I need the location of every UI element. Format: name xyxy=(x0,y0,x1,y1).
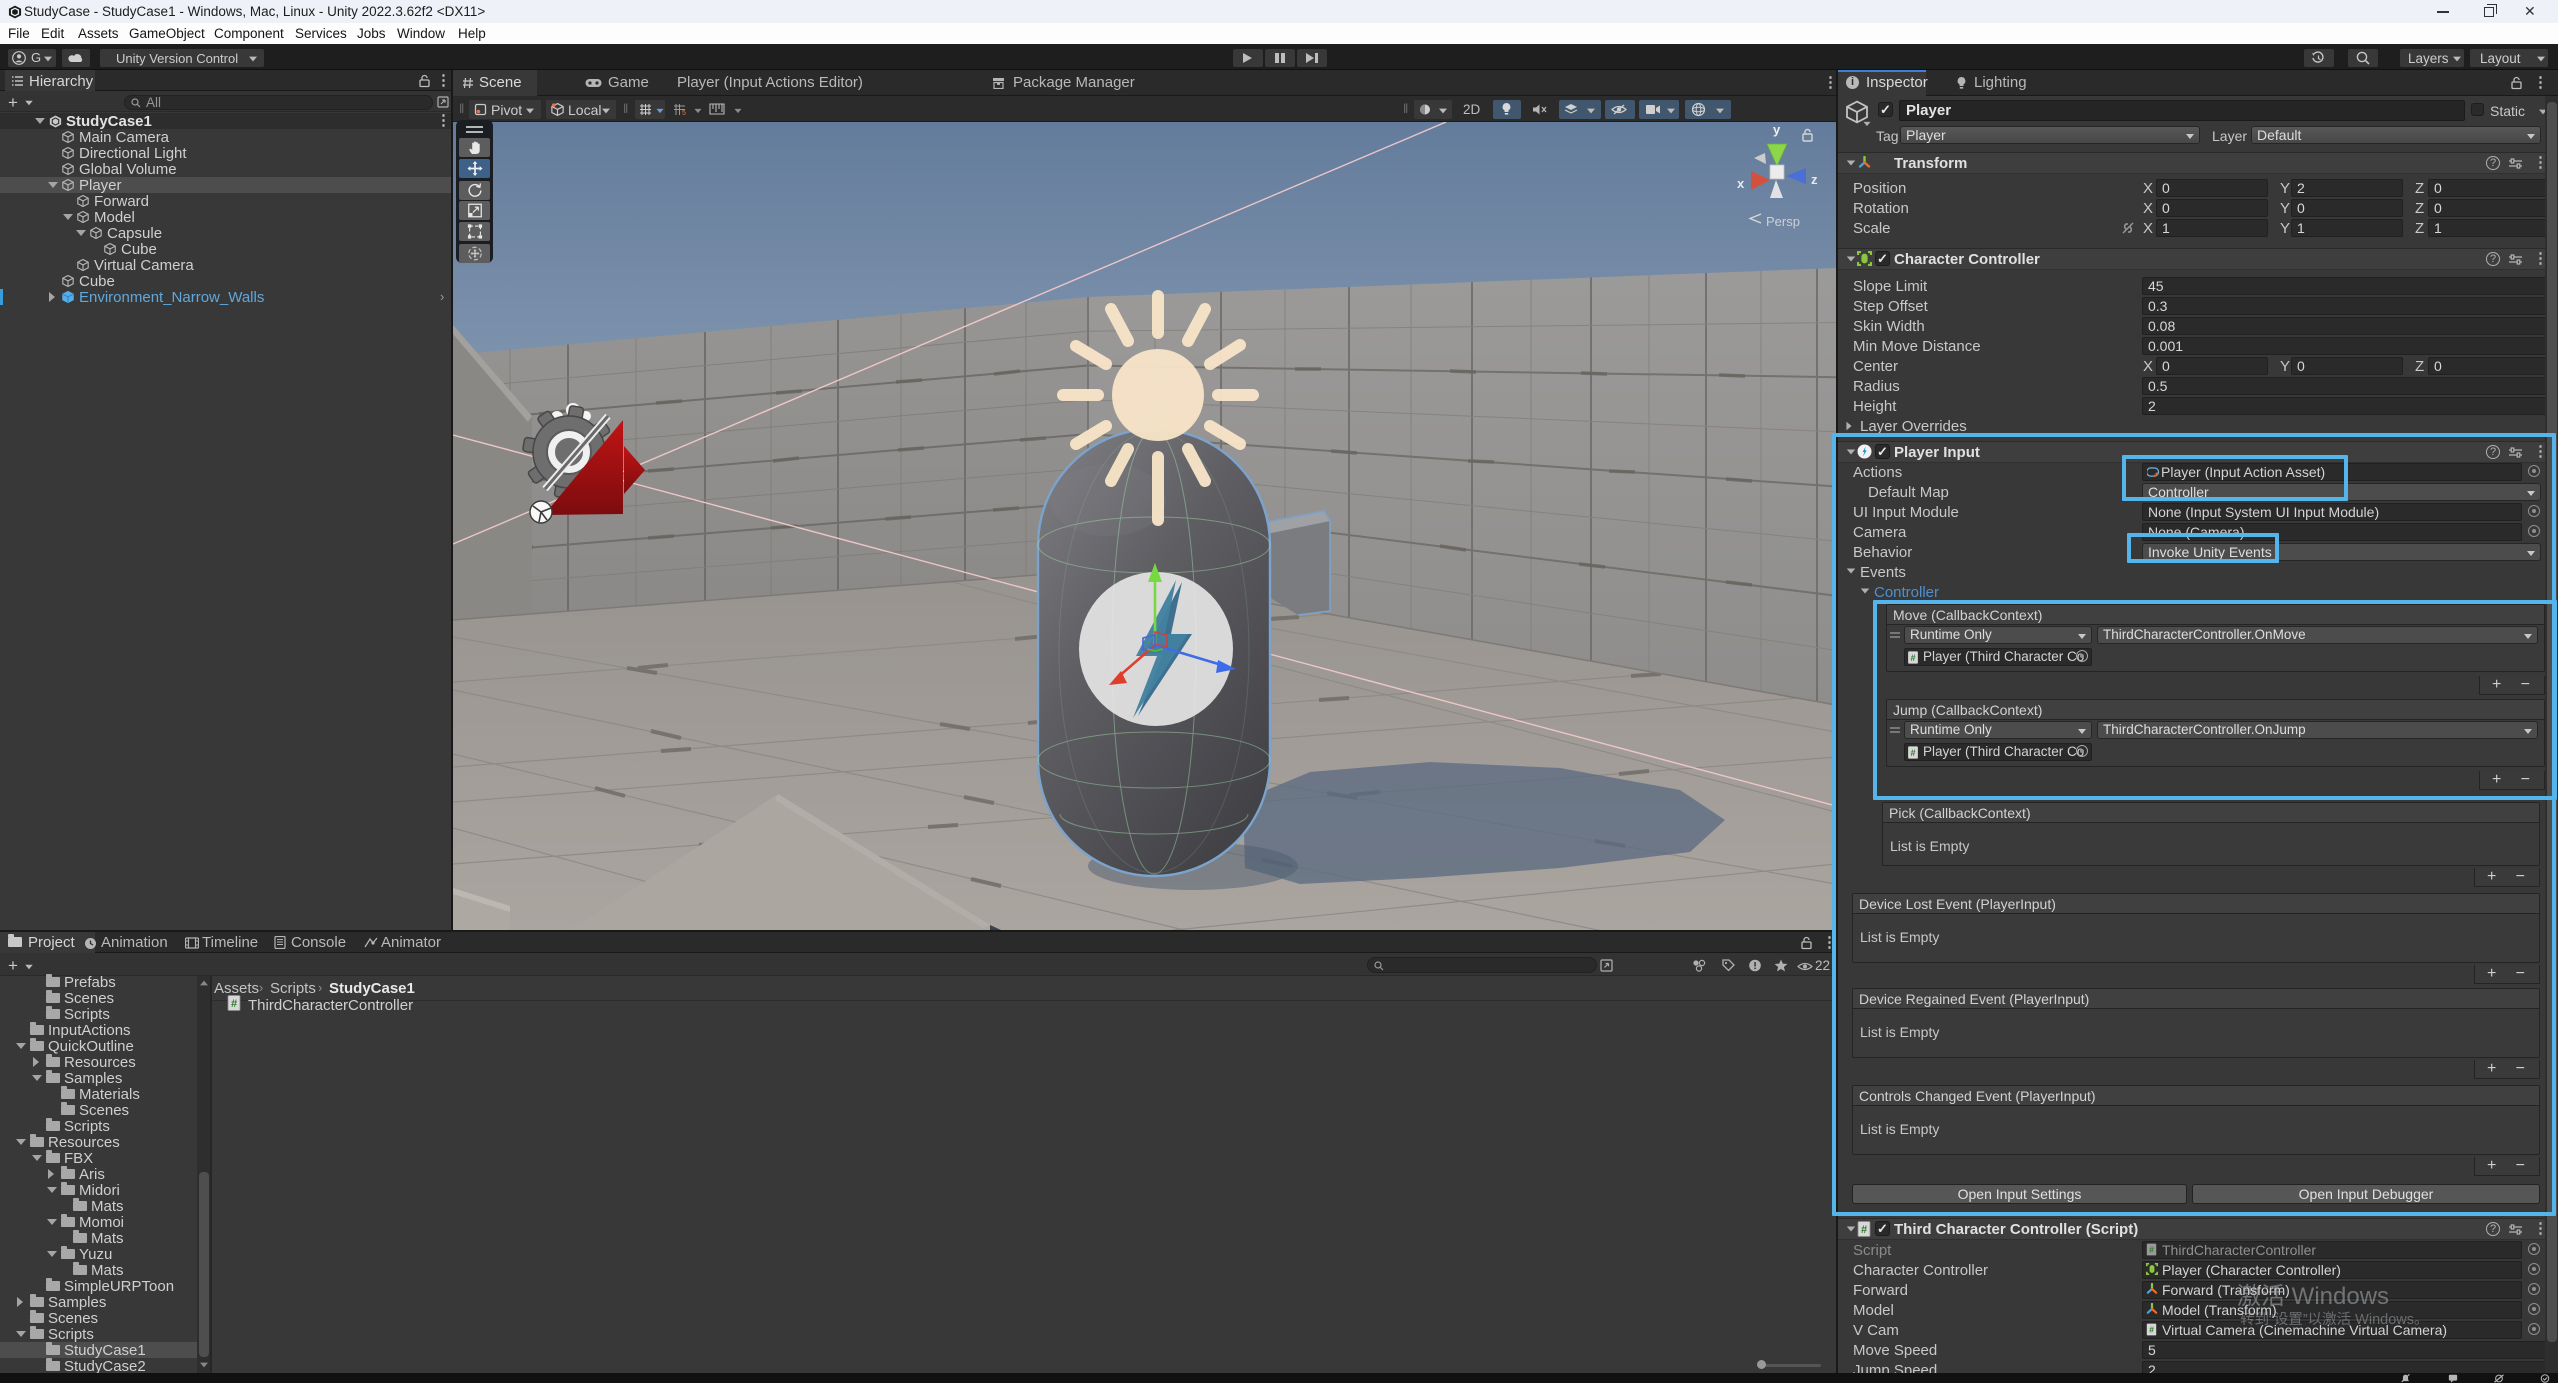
svg-text:y: y xyxy=(1773,122,1781,137)
svg-text:5: 5 xyxy=(682,110,686,116)
svg-text:Persp: Persp xyxy=(1766,214,1800,229)
svg-text:#: # xyxy=(1911,748,1916,758)
svg-text:#: # xyxy=(2149,1245,2154,1255)
svg-text:#: # xyxy=(1911,653,1916,663)
svg-text:#: # xyxy=(2149,1325,2154,1335)
svg-text:#: # xyxy=(231,998,237,1010)
svg-text:x: x xyxy=(1737,176,1745,191)
svg-text:z: z xyxy=(1811,172,1818,187)
svg-text:#: # xyxy=(1861,1224,1867,1236)
